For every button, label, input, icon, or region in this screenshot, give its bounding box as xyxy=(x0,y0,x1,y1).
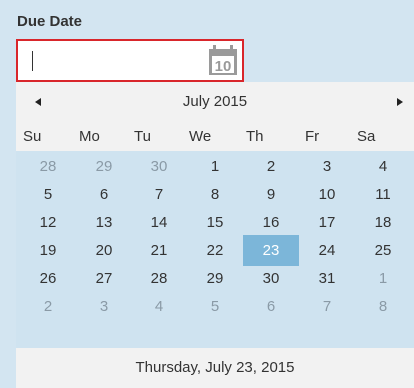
calendar-day-selected[interactable]: 23 xyxy=(243,235,299,266)
calendar-day[interactable]: 14 xyxy=(131,207,187,238)
calendar-day[interactable]: 24 xyxy=(299,235,355,266)
text-caret xyxy=(32,51,33,71)
next-month-button[interactable] xyxy=(392,94,408,110)
calendar-day[interactable]: 4 xyxy=(355,151,411,182)
calendar-day[interactable]: 16 xyxy=(243,207,299,238)
calendar-day-other-month[interactable]: 6 xyxy=(243,291,299,322)
calendar-day[interactable]: 26 xyxy=(20,263,76,294)
calendar-day[interactable]: 9 xyxy=(243,179,299,210)
calendar-day[interactable]: 21 xyxy=(131,235,187,266)
weekday-header-row: Su Mo Tu We Th Fr Sa xyxy=(16,122,414,151)
calendar-day[interactable]: 6 xyxy=(76,179,132,210)
calendar-day[interactable]: 20 xyxy=(76,235,132,266)
calendar-day[interactable]: 18 xyxy=(355,207,411,238)
calendar-header: July 2015 xyxy=(16,82,414,122)
calendar-day[interactable]: 15 xyxy=(187,207,243,238)
month-title[interactable]: July 2015 xyxy=(16,93,414,110)
calendar-day[interactable]: 17 xyxy=(299,207,355,238)
calendar-popup: July 2015 Su Mo Tu We Th Fr Sa 28 29 30 1 2 3… xyxy=(16,82,414,388)
calendar-day-other-month[interactable]: 3 xyxy=(76,291,132,322)
calendar-icon-number: 10 xyxy=(215,58,232,75)
weekday-label: Sa xyxy=(357,128,376,145)
calendar-day[interactable]: 10 xyxy=(299,179,355,210)
calendar-day[interactable]: 5 xyxy=(20,179,76,210)
triangle-right-icon xyxy=(397,98,403,106)
weekday-label: Mo xyxy=(79,128,100,145)
calendar-day-other-month[interactable]: 2 xyxy=(20,291,76,322)
calendar-day-other-month[interactable]: 7 xyxy=(299,291,355,322)
calendar-day[interactable]: 19 xyxy=(20,235,76,266)
calendar-day-other-month[interactable]: 5 xyxy=(187,291,243,322)
calendar-day[interactable]: 27 xyxy=(76,263,132,294)
due-date-panel: Due Date 10 July 2015 Su Mo Tu We Th Fr … xyxy=(0,0,414,388)
due-date-field[interactable]: 10 xyxy=(16,39,244,82)
calendar-day[interactable]: 28 xyxy=(131,263,187,294)
calendar-day[interactable]: 11 xyxy=(355,179,411,210)
calendar-day[interactable]: 22 xyxy=(187,235,243,266)
due-date-label: Due Date xyxy=(17,13,83,30)
calendar-button[interactable]: 10 xyxy=(204,42,242,79)
calendar-day-other-month[interactable]: 8 xyxy=(355,291,411,322)
calendar-day[interactable]: 7 xyxy=(131,179,187,210)
calendar-day[interactable]: 2 xyxy=(243,151,299,182)
calendar-day[interactable]: 25 xyxy=(355,235,411,266)
calendar-day-other-month[interactable]: 1 xyxy=(355,263,411,294)
calendar-day[interactable]: 29 xyxy=(187,263,243,294)
calendar-day-other-month[interactable]: 29 xyxy=(76,151,132,182)
due-date-input[interactable] xyxy=(22,44,202,77)
weekday-label: Su xyxy=(23,128,42,145)
calendar-day[interactable]: 30 xyxy=(243,263,299,294)
weekday-label: Tu xyxy=(134,128,151,145)
weekday-label: Th xyxy=(246,128,264,145)
weekday-label: We xyxy=(189,128,212,145)
calendar-day-other-month[interactable]: 30 xyxy=(131,151,187,182)
selected-date-text[interactable]: Thursday, July 23, 2015 xyxy=(16,359,414,376)
weekday-label: Fr xyxy=(305,128,320,145)
calendar-day[interactable]: 31 xyxy=(299,263,355,294)
calendar-footer[interactable]: Thursday, July 23, 2015 xyxy=(16,348,414,388)
calendar-day-other-month[interactable]: 4 xyxy=(131,291,187,322)
calendar-day[interactable]: 8 xyxy=(187,179,243,210)
calendar-day[interactable]: 1 xyxy=(187,151,243,182)
calendar-day[interactable]: 3 xyxy=(299,151,355,182)
calendar-day[interactable]: 13 xyxy=(76,207,132,238)
calendar-day-grid: 28 29 30 1 2 3 4 5 6 7 8 9 10 11 12 13 14 15 16 17 18 19 20 21 2… xyxy=(16,151,414,348)
calendar-icon: 10 xyxy=(209,45,237,75)
calendar-day-other-month[interactable]: 28 xyxy=(20,151,76,182)
calendar-day[interactable]: 12 xyxy=(20,207,76,238)
